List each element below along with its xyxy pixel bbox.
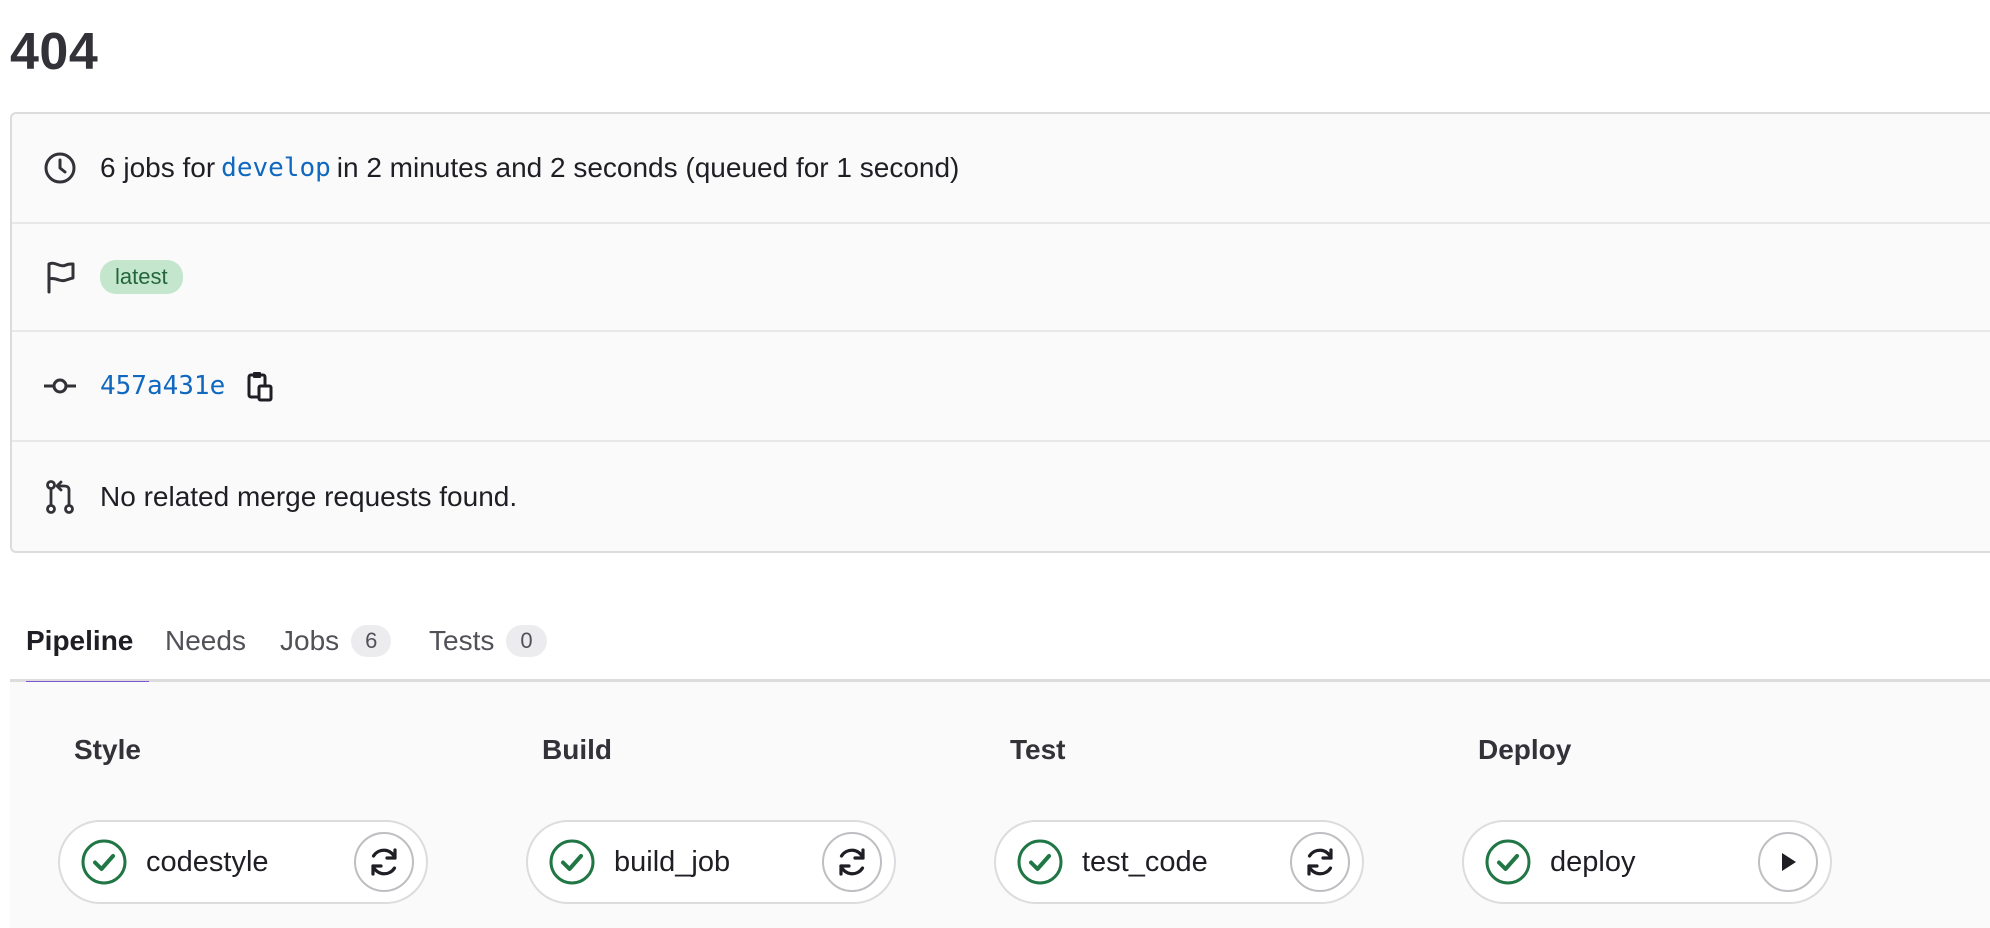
job-name: test_code — [1082, 845, 1208, 878]
commit-icon — [42, 368, 78, 404]
retry-button[interactable] — [354, 832, 414, 892]
tab-tests[interactable]: Tests 0 — [429, 600, 547, 682]
badges-row: latest — [12, 224, 1990, 332]
tab-jobs-label: Jobs — [280, 625, 340, 656]
tests-count-badge: 0 — [506, 625, 547, 657]
retry-icon — [839, 848, 865, 876]
merge-requests-text: No related merge requests found. — [100, 481, 518, 512]
merge-requests-row: No related merge requests found. — [12, 442, 1990, 552]
stage-title: Test — [1010, 734, 1066, 765]
jobs-count-badge: 6 — [351, 625, 392, 657]
job-name: build_job — [614, 845, 731, 878]
flag-icon — [42, 259, 78, 295]
job-test-code[interactable]: test_code — [994, 820, 1364, 904]
retry-icon — [371, 848, 397, 876]
tab-tests-label: Tests — [429, 625, 495, 656]
job-build-job[interactable]: build_job — [526, 820, 896, 904]
tab-needs[interactable]: Needs — [165, 600, 246, 682]
play-button[interactable] — [1758, 832, 1818, 892]
page-title: 404 — [10, 23, 99, 81]
retry-button[interactable] — [822, 832, 882, 892]
stage-title: Build — [542, 734, 612, 765]
retry-button[interactable] — [1290, 832, 1350, 892]
status-success-icon — [81, 839, 127, 885]
status-success-icon — [549, 839, 595, 885]
status-success-icon — [1485, 839, 1531, 885]
tab-pipeline-label: Pipeline — [26, 625, 134, 656]
stage-title: Deploy — [1478, 734, 1572, 765]
job-name: codestyle — [146, 845, 269, 878]
status-success-icon — [1017, 839, 1063, 885]
commit-sha-link[interactable]: 457a431e — [100, 371, 225, 401]
pipeline-info-panel: 6 jobs for develop in 2 minutes and 2 se… — [10, 112, 1990, 553]
clock-icon — [42, 150, 78, 186]
clipboard-icon — [247, 372, 273, 402]
job-codestyle[interactable]: codestyle — [58, 820, 428, 904]
commit-row: 457a431e — [12, 332, 1990, 442]
jobs-summary-text: 6 jobs for develop in 2 minutes and 2 se… — [100, 152, 959, 184]
jobs-summary-prefix: 6 jobs for — [100, 152, 216, 183]
tab-jobs[interactable]: Jobs 6 — [280, 600, 392, 682]
latest-badge: latest — [100, 260, 183, 294]
copy-commit-sha-button[interactable] — [245, 369, 275, 403]
pipeline-tabs: Pipeline Needs Jobs 6 Tests 0 — [10, 600, 1990, 685]
play-icon — [1782, 853, 1796, 871]
stage-title: Style — [74, 734, 141, 765]
job-name: deploy — [1550, 845, 1636, 878]
pipeline-graph: Style codestyle Build build_job Test tes… — [10, 682, 1990, 928]
tab-needs-label: Needs — [165, 625, 246, 656]
jobs-summary-row: 6 jobs for develop in 2 minutes and 2 se… — [12, 114, 1990, 224]
merge-request-icon — [42, 479, 78, 515]
retry-icon — [1307, 848, 1333, 876]
jobs-summary-suffix: in 2 minutes and 2 seconds (queued for 1… — [336, 152, 960, 183]
tab-pipeline[interactable]: Pipeline — [26, 600, 150, 685]
job-deploy[interactable]: deploy — [1462, 820, 1832, 904]
branch-link[interactable]: develop — [221, 153, 331, 183]
